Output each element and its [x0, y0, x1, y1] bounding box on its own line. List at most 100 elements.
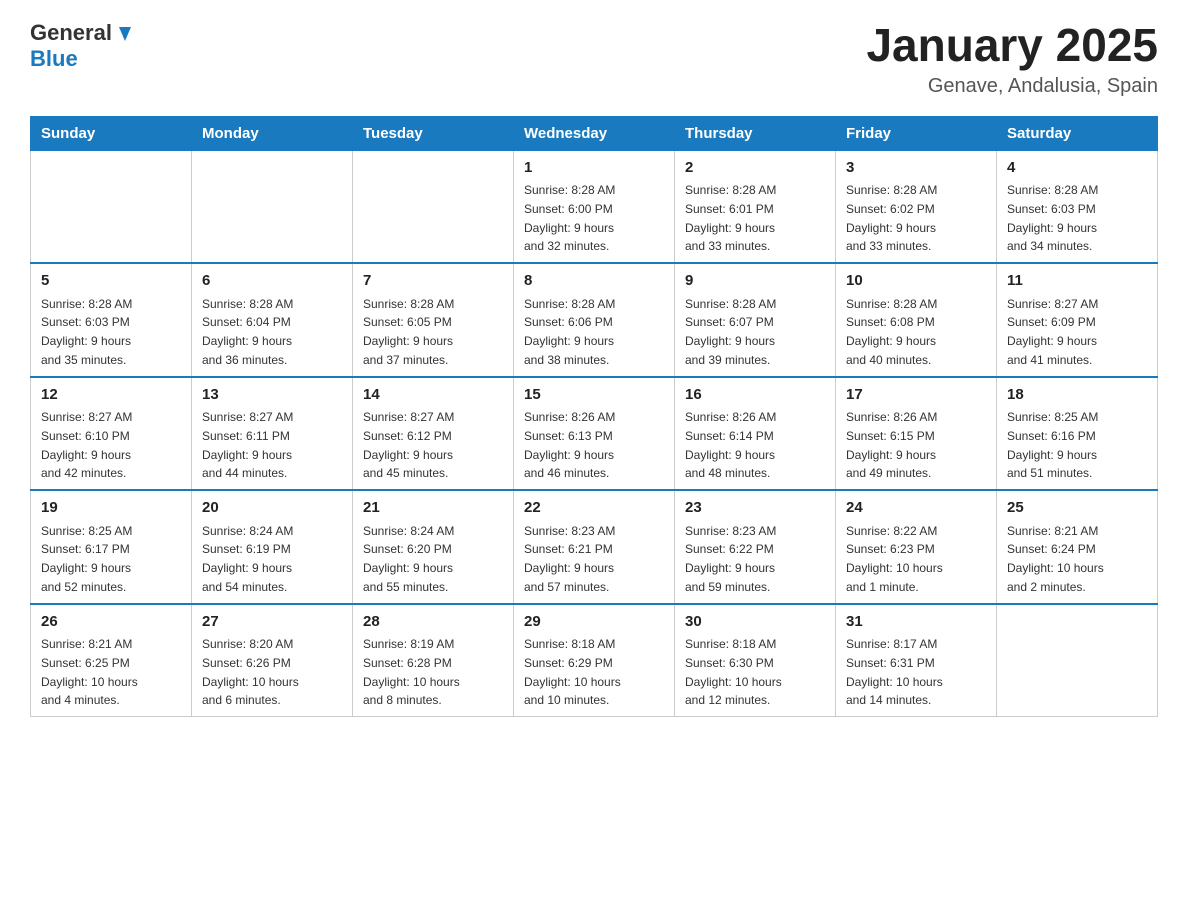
day-info: Sunrise: 8:28 AM Sunset: 6:03 PM Dayligh…	[1007, 183, 1098, 253]
day-info: Sunrise: 8:18 AM Sunset: 6:29 PM Dayligh…	[524, 637, 621, 707]
day-number: 2	[685, 157, 825, 180]
calendar-cell: 18 Sunrise: 8:25 AM Sunset: 6:16 PM Dayli…	[997, 377, 1158, 491]
calendar-week-row: 12 Sunrise: 8:27 AM Sunset: 6:10 PM Dayli…	[31, 377, 1158, 491]
day-info: Sunrise: 8:28 AM Sunset: 6:03 PM Dayligh…	[41, 297, 132, 367]
day-number: 16	[685, 384, 825, 407]
title-section: January 2025 Genave, Andalusia, Spain	[866, 20, 1158, 98]
calendar-cell: 3 Sunrise: 8:28 AM Sunset: 6:02 PM Daylig…	[836, 150, 997, 263]
day-info: Sunrise: 8:28 AM Sunset: 6:06 PM Dayligh…	[524, 297, 615, 367]
calendar-header-row: SundayMondayTuesdayWednesdayThursdayFrid…	[31, 116, 1158, 150]
day-number: 25	[1007, 497, 1147, 520]
day-number: 27	[202, 611, 342, 634]
calendar-cell	[192, 150, 353, 263]
day-number: 17	[846, 384, 986, 407]
calendar-cell: 21Sunrise: 8:24 AM Sunset: 6:20 PM Dayli…	[353, 490, 514, 604]
calendar-cell: 31Sunrise: 8:17 AM Sunset: 6:31 PM Dayli…	[836, 604, 997, 717]
day-info: Sunrise: 8:23 AM Sunset: 6:21 PM Dayligh…	[524, 524, 615, 594]
calendar-cell: 5 Sunrise: 8:28 AM Sunset: 6:03 PM Daylig…	[31, 263, 192, 377]
logo-general-text: General	[30, 20, 112, 46]
day-number: 1	[524, 157, 664, 180]
logo: General Blue	[30, 20, 136, 72]
day-number: 24	[846, 497, 986, 520]
day-info: Sunrise: 8:23 AM Sunset: 6:22 PM Dayligh…	[685, 524, 776, 594]
calendar-cell: 10 Sunrise: 8:28 AM Sunset: 6:08 PM Dayli…	[836, 263, 997, 377]
day-number: 20	[202, 497, 342, 520]
day-info: Sunrise: 8:28 AM Sunset: 6:02 PM Dayligh…	[846, 183, 937, 253]
calendar-cell: 13Sunrise: 8:27 AM Sunset: 6:11 PM Dayli…	[192, 377, 353, 491]
calendar-cell: 17 Sunrise: 8:26 AM Sunset: 6:15 PM Dayli…	[836, 377, 997, 491]
calendar-cell	[31, 150, 192, 263]
day-of-week-header: Tuesday	[353, 116, 514, 150]
calendar-cell: 12 Sunrise: 8:27 AM Sunset: 6:10 PM Dayli…	[31, 377, 192, 491]
calendar-week-row: 19 Sunrise: 8:25 AM Sunset: 6:17 PM Dayli…	[31, 490, 1158, 604]
day-info: Sunrise: 8:19 AM Sunset: 6:28 PM Dayligh…	[363, 637, 460, 707]
calendar-week-row: 26 Sunrise: 8:21 AM Sunset: 6:25 PM Dayli…	[31, 604, 1158, 717]
day-number: 9	[685, 270, 825, 293]
day-number: 26	[41, 611, 181, 634]
day-info: Sunrise: 8:21 AM Sunset: 6:24 PM Dayligh…	[1007, 524, 1104, 594]
day-number: 29	[524, 611, 664, 634]
day-number: 4	[1007, 157, 1147, 180]
day-number: 15	[524, 384, 664, 407]
logo-blue-text: Blue	[30, 46, 136, 72]
day-info: Sunrise: 8:18 AM Sunset: 6:30 PM Dayligh…	[685, 637, 782, 707]
day-number: 3	[846, 157, 986, 180]
day-of-week-header: Sunday	[31, 116, 192, 150]
day-info: Sunrise: 8:17 AM Sunset: 6:31 PM Dayligh…	[846, 637, 943, 707]
day-of-week-header: Friday	[836, 116, 997, 150]
day-info: Sunrise: 8:26 AM Sunset: 6:13 PM Dayligh…	[524, 410, 615, 480]
day-info: Sunrise: 8:28 AM Sunset: 6:05 PM Dayligh…	[363, 297, 454, 367]
day-number: 19	[41, 497, 181, 520]
calendar-cell	[353, 150, 514, 263]
calendar-subtitle: Genave, Andalusia, Spain	[866, 75, 1158, 98]
day-number: 10	[846, 270, 986, 293]
day-info: Sunrise: 8:22 AM Sunset: 6:23 PM Dayligh…	[846, 524, 943, 594]
calendar-cell: 4 Sunrise: 8:28 AM Sunset: 6:03 PM Daylig…	[997, 150, 1158, 263]
day-info: Sunrise: 8:26 AM Sunset: 6:14 PM Dayligh…	[685, 410, 776, 480]
day-number: 14	[363, 384, 503, 407]
day-info: Sunrise: 8:28 AM Sunset: 6:01 PM Dayligh…	[685, 183, 776, 253]
calendar-cell	[997, 604, 1158, 717]
day-number: 8	[524, 270, 664, 293]
calendar-table: SundayMondayTuesdayWednesdayThursdayFrid…	[30, 116, 1158, 718]
day-info: Sunrise: 8:27 AM Sunset: 6:12 PM Dayligh…	[363, 410, 454, 480]
day-number: 11	[1007, 270, 1147, 293]
calendar-cell: 23Sunrise: 8:23 AM Sunset: 6:22 PM Dayli…	[675, 490, 836, 604]
day-of-week-header: Saturday	[997, 116, 1158, 150]
day-of-week-header: Wednesday	[514, 116, 675, 150]
calendar-cell: 16 Sunrise: 8:26 AM Sunset: 6:14 PM Dayli…	[675, 377, 836, 491]
day-number: 28	[363, 611, 503, 634]
page-header: General Blue January 2025 Genave, Andalu…	[30, 20, 1158, 98]
day-info: Sunrise: 8:24 AM Sunset: 6:19 PM Dayligh…	[202, 524, 293, 594]
calendar-cell: 20 Sunrise: 8:24 AM Sunset: 6:19 PM Dayli…	[192, 490, 353, 604]
day-number: 5	[41, 270, 181, 293]
day-info: Sunrise: 8:28 AM Sunset: 6:04 PM Dayligh…	[202, 297, 293, 367]
day-info: Sunrise: 8:25 AM Sunset: 6:16 PM Dayligh…	[1007, 410, 1098, 480]
day-info: Sunrise: 8:25 AM Sunset: 6:17 PM Dayligh…	[41, 524, 132, 594]
day-info: Sunrise: 8:28 AM Sunset: 6:08 PM Dayligh…	[846, 297, 937, 367]
calendar-cell: 24 Sunrise: 8:22 AM Sunset: 6:23 PM Dayli…	[836, 490, 997, 604]
calendar-cell: 19 Sunrise: 8:25 AM Sunset: 6:17 PM Dayli…	[31, 490, 192, 604]
day-number: 18	[1007, 384, 1147, 407]
calendar-cell: 29 Sunrise: 8:18 AM Sunset: 6:29 PM Dayli…	[514, 604, 675, 717]
calendar-title: January 2025	[866, 20, 1158, 71]
day-of-week-header: Thursday	[675, 116, 836, 150]
calendar-cell: 15 Sunrise: 8:26 AM Sunset: 6:13 PM Dayli…	[514, 377, 675, 491]
day-info: Sunrise: 8:27 AM Sunset: 6:10 PM Dayligh…	[41, 410, 132, 480]
calendar-cell: 22 Sunrise: 8:23 AM Sunset: 6:21 PM Dayli…	[514, 490, 675, 604]
day-number: 7	[363, 270, 503, 293]
calendar-week-row: 1 Sunrise: 8:28 AM Sunset: 6:00 PM Daylig…	[31, 150, 1158, 263]
calendar-cell: 25 Sunrise: 8:21 AM Sunset: 6:24 PM Dayli…	[997, 490, 1158, 604]
day-info: Sunrise: 8:26 AM Sunset: 6:15 PM Dayligh…	[846, 410, 937, 480]
calendar-cell: 9 Sunrise: 8:28 AM Sunset: 6:07 PM Daylig…	[675, 263, 836, 377]
day-info: Sunrise: 8:21 AM Sunset: 6:25 PM Dayligh…	[41, 637, 138, 707]
day-info: Sunrise: 8:28 AM Sunset: 6:07 PM Dayligh…	[685, 297, 776, 367]
day-info: Sunrise: 8:27 AM Sunset: 6:11 PM Dayligh…	[202, 410, 293, 480]
day-of-week-header: Monday	[192, 116, 353, 150]
day-number: 22	[524, 497, 664, 520]
calendar-cell: 6Sunrise: 8:28 AM Sunset: 6:04 PM Daylig…	[192, 263, 353, 377]
day-info: Sunrise: 8:28 AM Sunset: 6:00 PM Dayligh…	[524, 183, 615, 253]
calendar-week-row: 5 Sunrise: 8:28 AM Sunset: 6:03 PM Daylig…	[31, 263, 1158, 377]
day-number: 12	[41, 384, 181, 407]
calendar-cell: 30Sunrise: 8:18 AM Sunset: 6:30 PM Dayli…	[675, 604, 836, 717]
